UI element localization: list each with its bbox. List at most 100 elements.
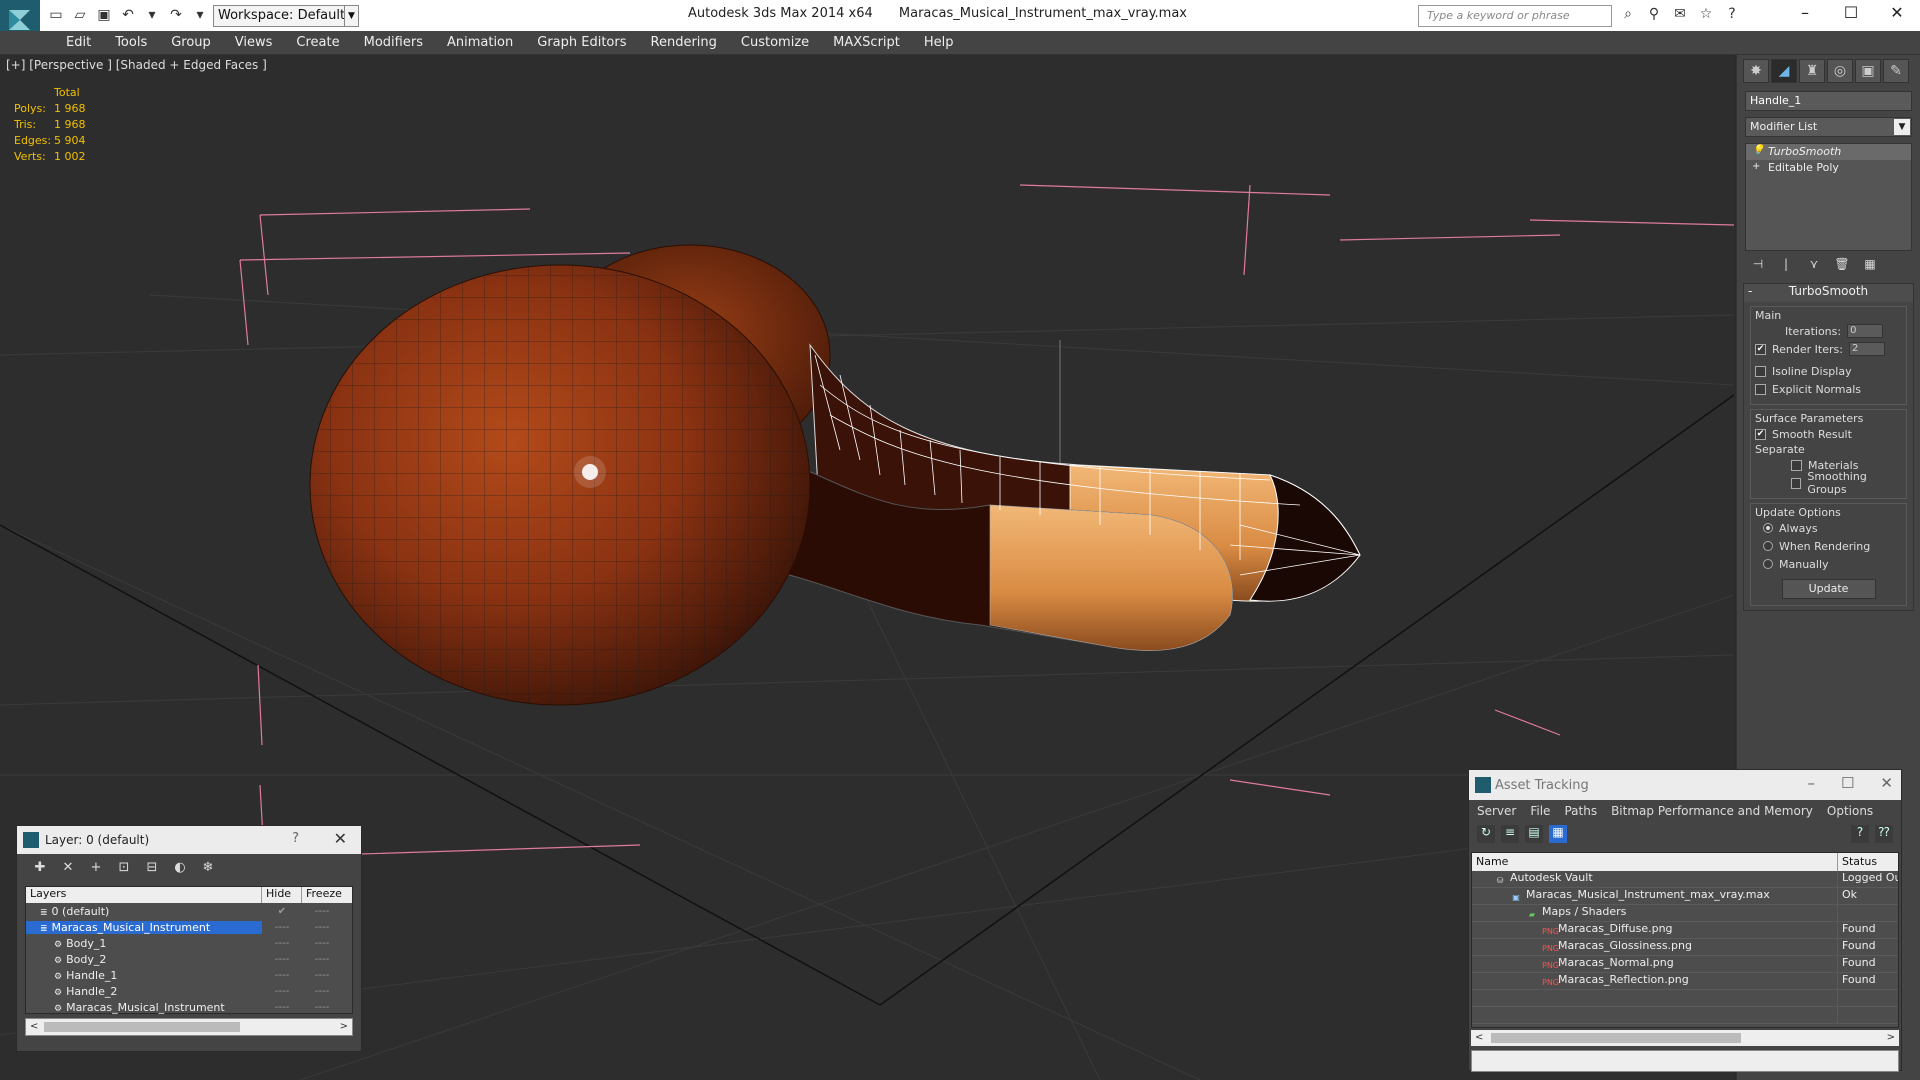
refresh-icon[interactable]: ↻ — [1477, 825, 1495, 843]
menu-item-views[interactable]: Views — [223, 31, 285, 54]
search-input[interactable]: Type a keyword or phrase — [1418, 5, 1612, 27]
scroll-thumb[interactable] — [44, 1022, 240, 1032]
materials-checkbox[interactable] — [1791, 459, 1802, 471]
context-help-icon[interactable]: ⁇ — [1875, 825, 1893, 843]
freeze-toggle[interactable]: ---- — [302, 954, 342, 965]
asset-row[interactable]: ⛁ Autodesk Vault Logged Out — [1472, 871, 1898, 888]
binoculars-icon[interactable]: ⌕ — [1618, 6, 1638, 24]
menu-item-help[interactable]: Help — [912, 31, 966, 54]
layer-row[interactable]: ⚙ Handle_1 ---- ---- — [26, 967, 352, 983]
render-iters-spinner[interactable]: 2 — [1848, 342, 1885, 356]
when-rendering-radio[interactable] — [1763, 541, 1773, 551]
undo-icon[interactable]: ↶ — [118, 6, 138, 24]
select-objects-icon[interactable]: ⊡ — [115, 860, 133, 876]
redo-dropdown-icon[interactable]: ▾ — [190, 6, 210, 24]
asset-row[interactable]: PNGMaracas_Glossiness.png Found — [1472, 939, 1898, 956]
help-icon[interactable]: ? — [1851, 825, 1869, 843]
scroll-right-icon[interactable]: > — [1887, 1032, 1895, 1043]
subscription-icon[interactable]: ⚲ — [1644, 6, 1664, 24]
close-icon[interactable]: ✕ — [1874, 0, 1920, 28]
menu-item-tools[interactable]: Tools — [103, 31, 159, 54]
create-tab-icon[interactable]: ✸ — [1743, 59, 1769, 83]
explicit-normals-checkbox[interactable] — [1755, 383, 1766, 395]
smooth-result-checkbox[interactable]: ✔ — [1755, 428, 1766, 440]
motion-tab-icon[interactable]: ◎ — [1827, 59, 1853, 83]
delete-layer-icon[interactable]: ✕ — [59, 860, 77, 876]
stack-item-turbosmooth[interactable]: 💡 TurboSmooth — [1746, 144, 1911, 160]
modify-tab-icon[interactable]: ◢ — [1771, 59, 1797, 83]
menu-item-create[interactable]: Create — [284, 31, 351, 54]
expand-icon[interactable]: + — [1752, 161, 1760, 172]
freeze-toggle[interactable]: ---- — [302, 986, 342, 997]
scroll-left-icon[interactable]: < — [1475, 1032, 1483, 1043]
hide-toggle[interactable]: ---- — [262, 954, 302, 965]
asset-menu-bitmap-performance-and-memory[interactable]: Bitmap Performance and Memory — [1611, 804, 1813, 818]
maximize-icon[interactable]: ☐ — [1828, 0, 1874, 28]
lightbulb-icon[interactable]: 💡 — [1752, 145, 1764, 156]
new-file-icon[interactable]: ▭ — [46, 6, 66, 24]
hide-toggle[interactable]: ---- — [262, 970, 302, 981]
utilities-tab-icon[interactable]: ✎ — [1883, 59, 1909, 83]
help-icon[interactable]: ? — [292, 831, 299, 846]
help-icon[interactable]: ? — [1722, 6, 1742, 24]
freeze-toggle[interactable]: ---- — [302, 922, 342, 933]
rollout-header[interactable]: - TurboSmooth — [1744, 284, 1913, 302]
remove-modifier-icon[interactable]: 🗑 — [1833, 257, 1851, 275]
always-radio[interactable] — [1763, 523, 1773, 533]
layer-row[interactable]: ⚙ Body_2 ---- ---- — [26, 951, 352, 967]
communication-icon[interactable]: ✉ — [1670, 6, 1690, 24]
pin-stack-icon[interactable]: ⊣ — [1749, 257, 1767, 275]
horizontal-scrollbar[interactable]: < > — [1471, 1030, 1899, 1046]
freeze-toggle[interactable]: ---- — [302, 970, 342, 981]
object-name-field[interactable]: Handle_1 — [1745, 91, 1912, 111]
manually-radio[interactable] — [1763, 559, 1773, 569]
configure-sets-icon[interactable]: ▦ — [1861, 257, 1879, 275]
asset-menu-paths[interactable]: Paths — [1564, 804, 1597, 818]
new-layer-icon[interactable]: ✚ — [31, 860, 49, 876]
freeze-all-icon[interactable]: ❄ — [199, 860, 217, 876]
scroll-left-icon[interactable]: < — [30, 1021, 38, 1032]
iterations-spinner[interactable]: 0 — [1847, 324, 1884, 338]
hide-all-icon[interactable]: ◐ — [171, 860, 189, 876]
undo-dropdown-icon[interactable]: ▾ — [142, 6, 162, 24]
smoothing-groups-checkbox[interactable] — [1791, 477, 1802, 489]
menu-item-customize[interactable]: Customize — [729, 31, 821, 54]
asset-menu-options[interactable]: Options — [1827, 804, 1873, 818]
hide-toggle[interactable]: ---- — [262, 922, 302, 933]
asset-row[interactable]: ▣ Maracas_Musical_Instrument_max_vray.max… — [1472, 888, 1898, 905]
make-unique-icon[interactable]: ⋎ — [1805, 257, 1823, 275]
close-icon[interactable]: ✕ — [334, 829, 347, 848]
asset-menu-file[interactable]: File — [1530, 804, 1550, 818]
hide-toggle[interactable]: ✔ — [262, 906, 302, 917]
favorites-star-icon[interactable]: ☆ — [1696, 6, 1716, 24]
menu-item-modifiers[interactable]: Modifiers — [352, 31, 435, 54]
render-iters-checkbox[interactable]: ✔ — [1755, 343, 1766, 355]
maximize-icon[interactable]: ☐ — [1841, 774, 1854, 792]
layer-row[interactable]: ≣ Maracas_Musical_Instrument ---- ---- — [26, 919, 352, 935]
hide-toggle[interactable]: ---- — [262, 986, 302, 997]
stack-item-editable-poly[interactable]: + Editable Poly — [1746, 160, 1911, 176]
asset-row[interactable]: PNGMaracas_Normal.png Found — [1472, 956, 1898, 973]
asset-window-title-bar[interactable]: Asset Tracking – ☐ ✕ — [1469, 770, 1901, 800]
layer-window-title-bar[interactable]: Layer: 0 (default) ? ✕ — [17, 826, 361, 854]
modifier-list-dropdown[interactable]: Modifier List ▼ — [1745, 117, 1912, 137]
viewport-label[interactable]: [+] [Perspective ] [Shaded + Edged Faces… — [6, 58, 267, 72]
menu-item-maxscript[interactable]: MAXScript — [821, 31, 912, 54]
hierarchy-tab-icon[interactable]: ♜ — [1799, 59, 1825, 83]
asset-menu-server[interactable]: Server — [1477, 804, 1516, 818]
close-icon[interactable]: ✕ — [1880, 774, 1893, 792]
scroll-right-icon[interactable]: > — [340, 1021, 348, 1032]
workspace-selector[interactable]: Workspace: Default ▼ — [213, 5, 359, 27]
detail-view-icon[interactable]: ▤ — [1525, 825, 1543, 843]
redo-icon[interactable]: ↷ — [166, 6, 186, 24]
minimize-icon[interactable]: – — [1782, 0, 1828, 28]
hide-toggle[interactable]: ---- — [262, 938, 302, 949]
add-to-layer-icon[interactable]: + — [87, 860, 105, 876]
table-view-icon[interactable]: ▦ — [1549, 825, 1567, 843]
asset-row[interactable]: PNGMaracas_Diffuse.png Found — [1472, 922, 1898, 939]
layer-row[interactable]: ⚙ Handle_2 ---- ---- — [26, 983, 352, 999]
highlight-layer-icon[interactable]: ⊟ — [143, 860, 161, 876]
asset-row[interactable]: ▰ Maps / Shaders — [1472, 905, 1898, 922]
asset-path-field[interactable] — [1471, 1050, 1899, 1072]
modifier-stack[interactable]: 💡 TurboSmooth + Editable Poly — [1745, 143, 1912, 251]
